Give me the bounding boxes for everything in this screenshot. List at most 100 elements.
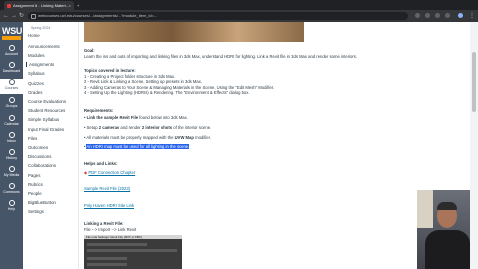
media-icon xyxy=(8,166,15,172)
course-nav-syllabus[interactable]: Syllabus xyxy=(28,71,45,76)
topic-item: 4 - Setting Up the Lighting (HDRIs) & Re… xyxy=(84,90,250,95)
reload-button[interactable]: ↻ xyxy=(19,12,24,20)
nav-help[interactable]: Help xyxy=(0,200,23,215)
plus-icon: + xyxy=(77,3,80,8)
nav-label: My Media xyxy=(3,173,20,177)
extension-icon[interactable] xyxy=(425,13,430,18)
nav-label: Dashboard xyxy=(2,69,21,73)
course-nav-settings[interactable]: Settings xyxy=(28,209,44,214)
assignment-content: Goal: Learn the ins and outs of importin… xyxy=(84,22,444,269)
nav-label: Help xyxy=(7,207,16,211)
dialog-screenshot: File Link Settings: Revit File (RVT or F… xyxy=(84,235,182,269)
nav-calendar[interactable]: Calendar xyxy=(0,115,23,130)
extension-icon[interactable] xyxy=(445,13,450,18)
group-icon xyxy=(8,97,15,103)
help-heading: Helps and Links: xyxy=(84,161,118,166)
poly-haven-link[interactable]: Poly Haven HDRI Site Link xyxy=(84,203,134,208)
url-text: webcourses.ucf.edu/courses/.../assignmen… xyxy=(38,13,158,18)
back-button[interactable]: ← xyxy=(3,12,9,20)
extension-icon[interactable] xyxy=(435,13,440,18)
dialog-title: File Link Settings: Revit File (RVT or F… xyxy=(84,235,182,239)
nav-label: Commons xyxy=(3,190,20,194)
course-nav-modules[interactable]: Modules xyxy=(28,53,45,58)
nav-commons[interactable]: Commons xyxy=(0,183,23,198)
course-nav-course-evaluations[interactable]: Course Evaluations xyxy=(28,99,66,104)
requirements-heading: Requirements: xyxy=(84,108,114,113)
browser-tab[interactable]: Assignment 8 - Linking Materi... × xyxy=(4,1,74,10)
presenter-body xyxy=(425,230,470,269)
course-nav-simple-syllabus[interactable]: Simple Syllabus xyxy=(28,117,59,122)
nav-dashboard[interactable]: Dashboard xyxy=(0,62,23,77)
req-text: of the interior scene. xyxy=(172,125,212,130)
requirement-item: • An HDRI map must be used for all light… xyxy=(84,144,190,149)
req-emphasis: 2 interior shots xyxy=(141,125,173,130)
dashboard-icon xyxy=(8,62,15,68)
browser-tab-bar: Assignment 8 - Linking Materi... × + xyxy=(0,0,478,10)
dialog-row xyxy=(87,257,127,260)
course-nav-quizzes[interactable]: Quizzes xyxy=(28,81,44,86)
course-nav-files[interactable]: Files xyxy=(28,136,37,141)
sample-revit-link[interactable]: Sample Revit File (2023) xyxy=(84,186,130,191)
new-tab-button[interactable]: + xyxy=(75,1,83,10)
nav-account[interactable]: Account xyxy=(0,45,23,60)
course-nav-student-resources[interactable]: Student Resources xyxy=(28,108,65,113)
calendar-icon xyxy=(8,115,15,121)
close-tab-icon[interactable]: × xyxy=(69,1,71,10)
url-field[interactable]: webcourses.ucf.edu/courses/.../assignmen… xyxy=(28,12,408,20)
course-nav-pages[interactable]: Pages xyxy=(28,173,40,178)
course-nav-grades[interactable]: Grades xyxy=(28,90,42,95)
user-icon xyxy=(8,45,15,51)
forward-button[interactable]: → xyxy=(11,12,17,20)
header-image xyxy=(84,22,304,42)
course-nav-outcomes[interactable]: Outcomes xyxy=(28,145,48,150)
pdf-link[interactable]: PDF Connection Chapter xyxy=(88,170,135,175)
course-navigation: Spring 2024 Home Announcements Modules A… xyxy=(23,22,79,269)
req-text: found below into 3ds Max. xyxy=(138,115,188,120)
inbox-icon xyxy=(8,132,15,138)
course-nav-bigbluebutton[interactable]: BigBlueButton xyxy=(28,200,56,205)
background-shelf xyxy=(417,190,433,228)
extension-icon[interactable] xyxy=(415,13,420,18)
course-term: Spring 2024 xyxy=(31,26,51,30)
course-nav-home[interactable]: Home xyxy=(28,33,40,38)
nav-label: History xyxy=(5,156,18,160)
course-nav-collaborations[interactable]: Collaborations xyxy=(28,163,56,168)
nav-label: Inbox xyxy=(7,139,16,143)
nav-label: Calendar xyxy=(4,122,19,126)
dialog-row xyxy=(87,249,177,252)
requirement-item: • Link the sample Revit File found below… xyxy=(84,115,188,120)
course-nav-people[interactable]: People xyxy=(28,191,42,196)
scrollbar-thumb[interactable] xyxy=(472,52,476,112)
nav-groups[interactable]: Groups xyxy=(0,97,23,112)
page-scrollbar[interactable] xyxy=(470,22,478,269)
requirement-item: • Setup 2 cameras and render 2 interior … xyxy=(84,125,212,130)
topics-heading: Topics covered in lecture: xyxy=(84,68,136,73)
canvas-favicon-icon xyxy=(7,4,11,8)
nav-courses[interactable]: Courses xyxy=(0,79,23,94)
nav-history[interactable]: History xyxy=(0,149,23,164)
nav-inbox[interactable]: Inbox xyxy=(0,132,23,147)
linking-path: File --> Import --> Link Revit xyxy=(84,227,137,232)
logo-stripe xyxy=(2,36,21,40)
address-bar-row: ← → ↻ webcourses.ucf.edu/courses/.../ass… xyxy=(0,10,478,22)
menu-icon[interactable]: ⋮ xyxy=(469,12,475,20)
course-nav-announcements[interactable]: Announcements xyxy=(28,44,60,49)
link-item: ◆ PDF Connection Chapter xyxy=(84,170,135,175)
dialog-row xyxy=(87,243,147,246)
goal-heading: Goal: xyxy=(84,48,95,53)
course-nav-rubrics[interactable]: Rubrics xyxy=(28,182,43,187)
nav-label: Account xyxy=(5,52,18,56)
nav-my-media[interactable]: My Media xyxy=(0,166,23,181)
dialog-row xyxy=(87,263,127,266)
profile-avatar[interactable] xyxy=(458,13,463,18)
course-nav-input-final-grades[interactable]: Input Final Grades xyxy=(28,127,64,132)
req-emphasis: 2 cameras xyxy=(98,125,120,130)
requirement-item: • All materials must be properly mapped … xyxy=(84,135,211,140)
course-nav-discussions[interactable]: Discussions xyxy=(28,154,51,159)
req-text: modifier. xyxy=(193,135,211,140)
book-icon xyxy=(8,79,15,85)
help-icon xyxy=(8,200,15,206)
course-nav-assignments[interactable]: Assignments xyxy=(26,62,54,67)
req-text: All materials must be properly mapped wi… xyxy=(86,135,175,140)
webcam-overlay xyxy=(417,190,478,269)
